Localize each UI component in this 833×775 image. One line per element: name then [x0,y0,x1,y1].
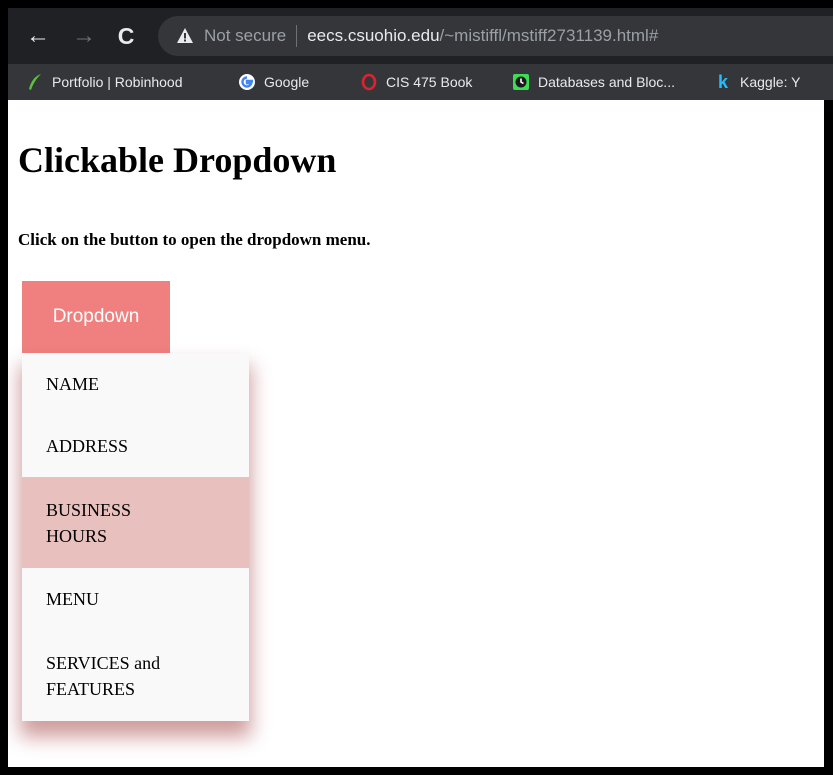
bookmark-label: Google [264,74,310,90]
bookmark-label: CIS 475 Book [386,74,473,90]
bookmarks-bar: Portfolio | Robinhood Google CIS 475 Boo… [8,64,833,100]
bookmark-robinhood[interactable]: Portfolio | Robinhood [26,64,183,100]
bookmark-label: Kaggle: Y [740,74,801,90]
bookmark-cis475[interactable]: CIS 475 Book [360,64,472,100]
bookmark-label: Databases and Bloc... [538,74,675,90]
menu-item-label: MENU [46,589,99,609]
menu-item-address[interactable]: ADDRESS [22,415,249,477]
page-instructions: Click on the button to open the dropdown… [18,230,371,249]
url-path: /~mistiffl/mstiff2731139.html# [439,26,659,45]
web-page-content: Clickable Dropdown Click on the button t… [8,100,824,767]
address-bar-divider [296,25,298,47]
bookmark-label: Portfolio | Robinhood [52,74,183,90]
menu-item-label: NAME [46,374,99,394]
screen-frame: ← → C Not secure eecs.csuohio.edu /~mist… [0,0,833,775]
browser-toolbar: ← → C Not secure eecs.csuohio.edu /~mist… [8,8,833,64]
menu-item-services-features[interactable]: SERVICES and FEATURES [22,630,249,721]
bookmark-kaggle[interactable]: k Kaggle: Y [714,64,800,100]
dropdown-button[interactable]: Dropdown [22,281,170,353]
security-status-label[interactable]: Not secure [204,26,286,46]
bookmark-databases[interactable]: Databases and Bloc... [512,64,675,100]
menu-item-name[interactable]: NAME [22,353,249,415]
menu-item-label: BUSINESS HOURS [46,499,132,546]
google-g-icon [238,73,256,91]
page-title: Clickable Dropdown [18,140,337,180]
bookmark-google[interactable]: Google [238,64,309,100]
robinhood-feather-icon [26,73,44,91]
menu-item-label: SERVICES and FEATURES [46,652,161,699]
forward-arrow-icon[interactable]: → [70,22,98,50]
opera-o-icon [360,73,378,91]
menu-item-menu[interactable]: MENU [22,568,249,630]
reload-icon[interactable]: C [112,22,140,50]
clock-icon [512,73,530,91]
menu-item-business-hours[interactable]: BUSINESS HOURS [22,477,249,568]
menu-item-label: ADDRESS [46,436,129,456]
warning-triangle-icon[interactable] [176,27,194,45]
kaggle-k-icon: k [717,71,728,92]
dropdown-menu: NAME ADDRESS BUSINESS HOURS MENU SERVICE… [22,353,249,721]
back-arrow-icon[interactable]: ← [24,22,52,50]
url-host: eecs.csuohio.edu [307,26,440,45]
address-bar[interactable]: Not secure eecs.csuohio.edu /~mistiffl/m… [158,16,833,56]
